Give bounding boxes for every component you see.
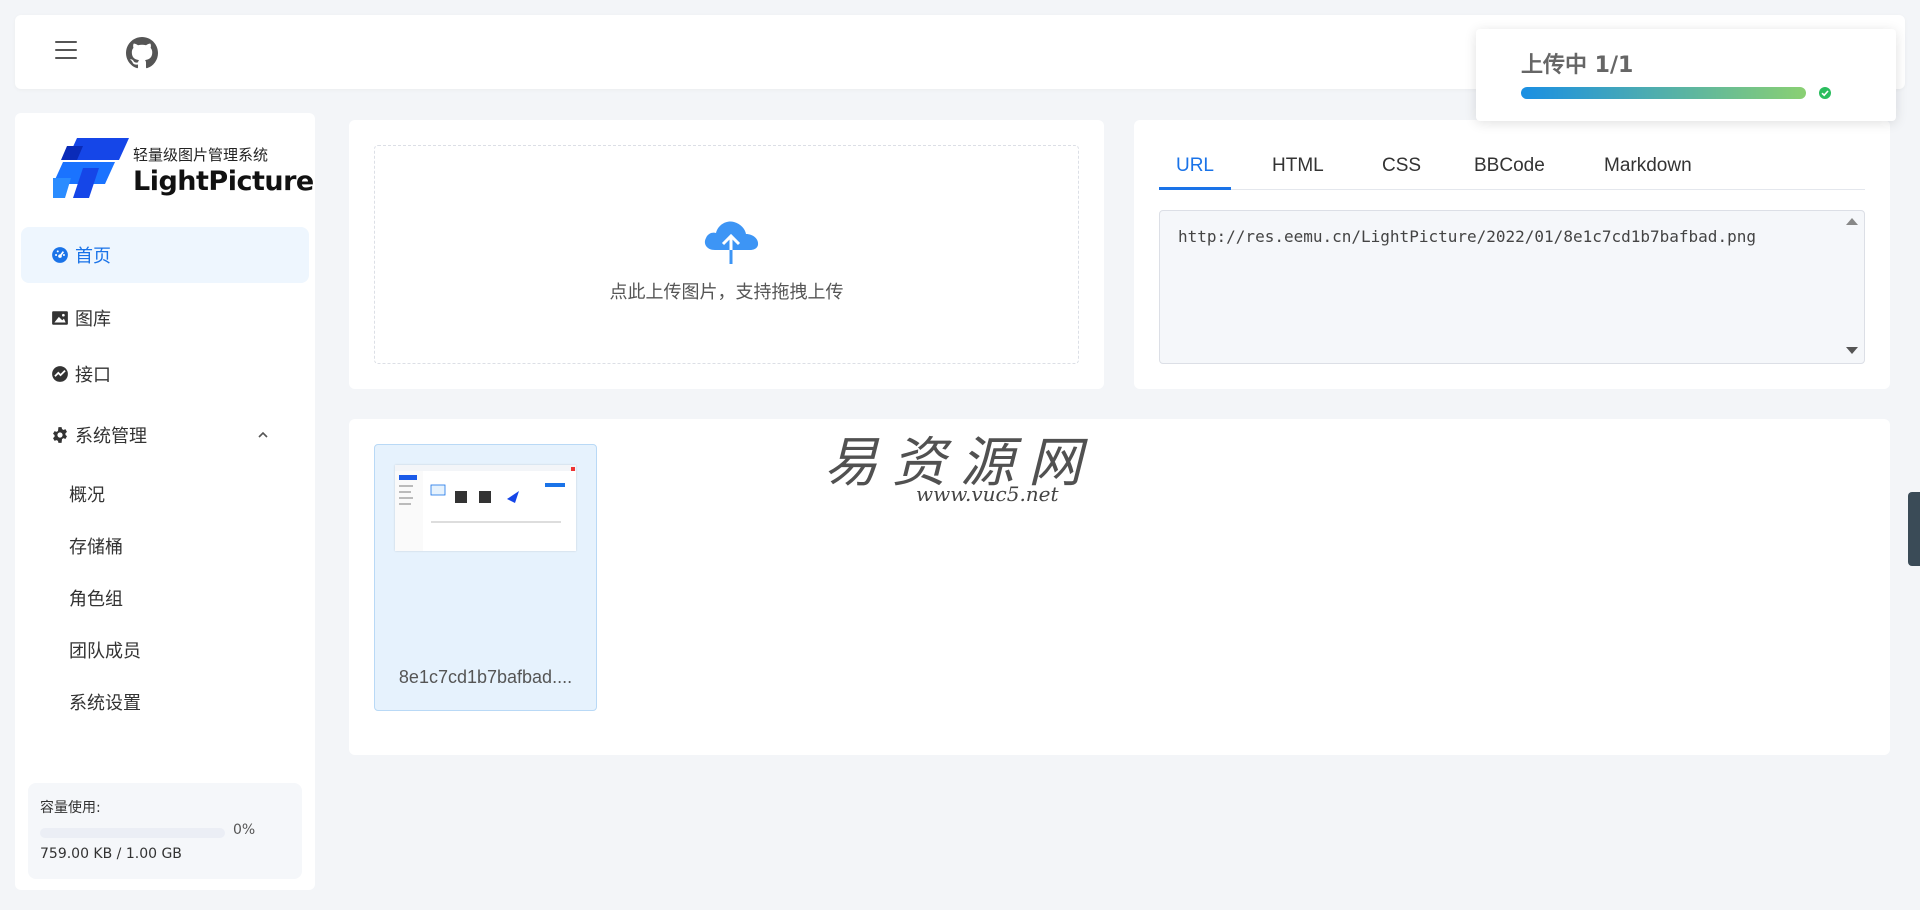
scroll-up-icon[interactable] bbox=[1846, 218, 1858, 225]
sidebar: 轻量级图片管理系统 LightPicture 首页 图库 接口 系统管理 概况 … bbox=[15, 113, 315, 890]
usage-progress-bar bbox=[40, 828, 225, 838]
logo-subtitle: 轻量级图片管理系统 bbox=[133, 146, 269, 164]
check-circle-icon bbox=[1819, 87, 1831, 99]
dashboard-icon bbox=[52, 247, 68, 263]
watermark-url: www.vuc5.net bbox=[916, 482, 1059, 506]
usage-percent: 0% bbox=[233, 822, 256, 838]
usage-label: 容量使用: bbox=[40, 800, 101, 816]
upload-progress-title: 上传中 1/1 bbox=[1521, 53, 1634, 78]
chevron-up-icon bbox=[258, 431, 268, 438]
tab-url[interactable]: URL bbox=[1159, 152, 1231, 190]
upload-progress-bar bbox=[1521, 87, 1806, 99]
sidebar-item-label: 系统管理 bbox=[75, 426, 147, 447]
logo[interactable]: 轻量级图片管理系统 LightPicture bbox=[53, 138, 314, 208]
image-icon bbox=[52, 311, 68, 325]
storage-usage: 容量使用: 0% 759.00 KB / 1.00 GB bbox=[28, 783, 302, 879]
gear-icon bbox=[53, 427, 67, 443]
api-icon bbox=[52, 366, 68, 382]
sidebar-subitem-role-groups[interactable]: 角色组 bbox=[69, 585, 123, 611]
thumbnail-preview bbox=[395, 465, 576, 551]
logo-title: LightPicture bbox=[133, 166, 314, 197]
hamburger-menu-icon[interactable] bbox=[55, 41, 77, 61]
upload-progress-fill bbox=[1521, 87, 1806, 99]
sidebar-subitem-system-settings[interactable]: 系统设置 bbox=[69, 689, 141, 715]
sidebar-item-label: 首页 bbox=[75, 246, 111, 267]
tab-bbcode[interactable]: BBCode bbox=[1474, 152, 1545, 190]
tab-markdown[interactable]: Markdown bbox=[1604, 152, 1692, 190]
image-thumbnail[interactable]: 8e1c7cd1b7bafbad.... bbox=[374, 444, 597, 711]
sidebar-item-gallery[interactable]: 图库 bbox=[21, 290, 309, 346]
cloud-upload-icon bbox=[704, 221, 759, 264]
link-output-scrollbar[interactable] bbox=[1842, 212, 1862, 362]
scroll-down-icon[interactable] bbox=[1846, 347, 1858, 354]
sidebar-subitem-team-members[interactable]: 团队成员 bbox=[69, 637, 141, 663]
watermark: 易资源网 www.vuc5.net bbox=[824, 418, 1094, 508]
upload-progress-popup: 上传中 1/1 bbox=[1476, 29, 1896, 121]
sidebar-item-label: 图库 bbox=[75, 309, 111, 330]
link-format-tabs: URL HTML CSS BBCode Markdown bbox=[1159, 152, 1865, 190]
sidebar-item-system-management[interactable]: 系统管理 bbox=[21, 407, 309, 463]
upload-hint: 点此上传图片，支持拖拽上传 bbox=[609, 282, 844, 303]
sidebar-item-label: 接口 bbox=[75, 365, 111, 386]
link-output[interactable]: http://res.eemu.cn/LightPicture/2022/01/… bbox=[1159, 210, 1865, 364]
sidebar-subitem-buckets[interactable]: 存储桶 bbox=[69, 533, 123, 559]
tab-html[interactable]: HTML bbox=[1272, 152, 1324, 190]
image-filename: 8e1c7cd1b7bafbad.... bbox=[398, 667, 573, 687]
usage-size: 759.00 KB / 1.00 GB bbox=[40, 846, 182, 862]
link-card: URL HTML CSS BBCode Markdown http://res.… bbox=[1134, 120, 1890, 389]
tab-css[interactable]: CSS bbox=[1382, 152, 1421, 190]
sidebar-item-home[interactable]: 首页 bbox=[21, 227, 309, 283]
uploaded-images-card: 8e1c7cd1b7bafbad.... bbox=[349, 419, 1890, 755]
github-icon[interactable] bbox=[126, 37, 158, 69]
sidebar-subitem-overview[interactable]: 概况 bbox=[69, 481, 105, 507]
side-widget-handle[interactable] bbox=[1908, 492, 1920, 566]
logo-mark-icon bbox=[53, 138, 129, 198]
upload-dropzone[interactable]: 点此上传图片，支持拖拽上传 bbox=[374, 145, 1079, 364]
sidebar-item-api[interactable]: 接口 bbox=[21, 346, 309, 402]
upload-card: 点此上传图片，支持拖拽上传 bbox=[349, 120, 1104, 389]
